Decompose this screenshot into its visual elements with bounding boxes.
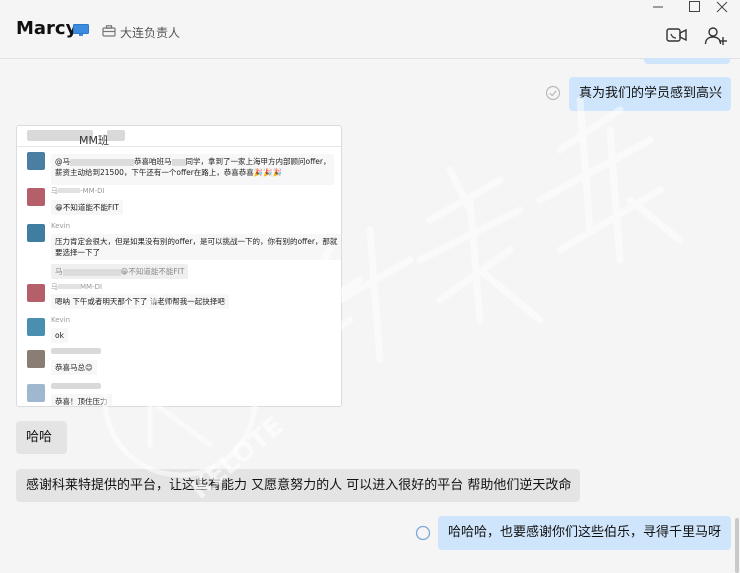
- window-minimize-icon[interactable]: [646, 0, 670, 14]
- avatar: [27, 318, 45, 336]
- avatar: [27, 224, 45, 242]
- message-bubble-incoming[interactable]: 哈哈: [16, 421, 67, 454]
- chat-text: 压力肯定会很大，但是如果没有别的offer，是可以挑战一下的，你有别的offer…: [55, 237, 338, 246]
- chat-text: 要选择一下了: [55, 248, 100, 257]
- chat-line: @马 恭喜咱班马 同学，拿到了一家上海甲方内部顾问offer， 薪资主动给到2150…: [51, 154, 335, 185]
- video-call-icon[interactable]: [666, 26, 688, 44]
- blurred-text: [70, 158, 134, 166]
- avatar: [27, 350, 45, 368]
- org-label: 大连负责人: [120, 26, 181, 40]
- chat-text: 恭喜马总😊: [51, 360, 97, 375]
- chat-text: 薪资主动给到21500，下午还有一个offer在路上，恭喜恭喜🎉🎉🎉: [55, 168, 282, 177]
- window-close-icon[interactable]: [710, 0, 734, 14]
- sender-name: 马 MM-DI: [51, 283, 103, 291]
- screenshot-divider: [17, 146, 341, 147]
- contact-name[interactable]: Marcy: [16, 18, 77, 39]
- sender-name: 马 -MM-DI: [51, 187, 105, 195]
- chat-text: 嗯呐 下午或者明天那个下了 请老师帮我一起抉择吧: [51, 294, 229, 309]
- blurred-text: [51, 383, 101, 389]
- monitor-icon: [73, 24, 89, 36]
- message-bubble-outgoing[interactable]: 哈哈哈，也要感谢你们这些伯乐，寻得千里马呀: [438, 516, 731, 550]
- message-bubble-incoming[interactable]: 感谢科莱特提供的平台，让这些有能力 又愿意努力的人 可以进入很好的平台 帮助他们…: [16, 469, 580, 502]
- scrollbar[interactable]: [735, 518, 739, 573]
- chat-text: ok: [51, 328, 68, 343]
- blurred-text: [51, 348, 101, 354]
- read-status-icon: [545, 85, 561, 101]
- message-bubble-outgoing[interactable]: 真为我们的学员感到高兴: [569, 77, 731, 111]
- previous-message-tail: [644, 58, 730, 64]
- avatar: [27, 188, 45, 206]
- sender-name: Kevin: [51, 222, 71, 230]
- chat-text: 恭喜咱班马: [134, 157, 172, 166]
- organization-icon: [102, 25, 116, 37]
- avatar: [27, 152, 45, 170]
- avatar: [27, 284, 45, 302]
- quoted-message: 马 😁不知道能不能FIT: [51, 264, 189, 279]
- avatar: [27, 384, 45, 402]
- shared-chat-screenshot[interactable]: MM班 @马 恭喜咱班马 同学，拿到了一家上海甲方内部顾问offer， 薪资主动给到…: [16, 125, 342, 407]
- add-contact-icon[interactable]: [704, 26, 728, 46]
- chat-text: @马: [55, 157, 70, 166]
- sender-name: Kevin: [51, 316, 71, 324]
- chat-header: Marcy 大连负责人: [0, 0, 740, 59]
- chat-text: 同学，拿到了一家上海甲方内部顾问offer，: [185, 157, 331, 166]
- chat-text: 恭喜！顶住压力: [51, 394, 112, 406]
- chat-line: 压力肯定会很大，但是如果没有别的offer，是可以挑战一下的，你有别的offer…: [51, 234, 341, 260]
- blurred-text: [107, 130, 125, 141]
- window-maximize-icon[interactable]: [682, 0, 706, 14]
- blurred-text: [171, 158, 186, 166]
- chat-text: 😁不知道能不能FIT: [51, 200, 123, 215]
- unread-status-icon: [415, 525, 431, 541]
